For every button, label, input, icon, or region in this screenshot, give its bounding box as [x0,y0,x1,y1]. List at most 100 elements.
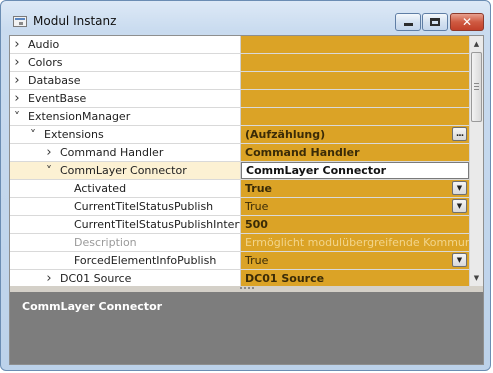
chevron-right-icon[interactable]: › [44,272,54,285]
property-value: 500 [245,218,268,231]
property-value: Command Handler [245,146,360,159]
property-row[interactable]: › Colors [10,54,469,72]
chevron-right-icon[interactable]: › [44,146,54,159]
minimize-button[interactable] [395,13,421,31]
property-value-editor[interactable]: CommLayer Connector [241,162,469,179]
chevron-right-icon[interactable]: › [12,92,22,105]
property-value-cell[interactable]: True ▼ [241,198,469,215]
property-name-cell[interactable]: CurrentTitelStatusPublish [10,198,241,215]
property-name-cell[interactable]: › Colors [10,54,241,71]
property-name-cell[interactable]: Description [10,234,241,251]
property-name-cell[interactable]: › Command Handler [10,144,241,161]
property-row[interactable]: ˅ Extensions (Aufzählung)... [10,126,469,144]
property-row[interactable]: Description Ermöglicht modulübergreifende… [10,234,469,252]
property-row[interactable]: › Database [10,72,469,90]
property-name-cell[interactable]: Activated [10,180,241,197]
property-name-cell[interactable]: › DC01 Source [10,270,241,286]
property-value-cell[interactable] [241,90,469,107]
property-name: Activated [74,182,127,195]
property-value-cell[interactable]: (Aufzählung)... [241,126,469,143]
scrollbar-thumb[interactable] [471,52,482,122]
property-name: EventBase [28,92,87,105]
scroll-down-icon[interactable]: ▼ [470,271,483,285]
chevron-down-icon[interactable]: ˅ [12,111,22,123]
property-value-cell[interactable]: True ▼ [241,252,469,269]
close-icon: ✕ [461,15,473,29]
property-value-cell[interactable] [241,36,469,53]
window-client-area: › Audio › Colors › Database › EventBase ˅ Extensi… [9,35,484,365]
property-name-cell[interactable]: ForcedElementInfoPublish [10,252,241,269]
dropdown-arrow-icon[interactable]: ▼ [452,199,467,213]
ellipsis-button[interactable]: ... [452,127,467,141]
dropdown-arrow-icon[interactable]: ▼ [452,181,467,195]
property-value: True [245,182,273,195]
property-name-cell[interactable]: › Audio [10,36,241,53]
property-value-cell[interactable] [241,72,469,89]
dropdown-arrow-icon[interactable]: ▼ [452,253,467,267]
app-icon [13,16,27,27]
title-bar[interactable]: Modul Instanz ✕ [1,1,490,35]
property-row[interactable]: CurrentTitelStatusPublish True ▼ [10,198,469,216]
thumb-grip [474,89,479,90]
property-name: Command Handler [60,146,164,159]
chevron-right-icon[interactable]: › [12,38,22,51]
property-row[interactable]: › EventBase [10,90,469,108]
property-grid: › Audio › Colors › Database › EventBase ˅ Extensi… [10,36,469,286]
property-value-cell[interactable]: DC01 Source [241,270,469,286]
property-value-cell[interactable] [241,54,469,71]
property-row[interactable]: CurrentTitelStatusPublishInterval 500 [10,216,469,234]
property-row[interactable]: › DC01 Source DC01 Source [10,270,469,286]
property-value: (Aufzählung) [245,128,326,141]
property-name-cell[interactable]: ˅ CommLayer Connector [10,162,241,179]
property-name: Database [28,74,81,87]
property-value-cell[interactable] [241,108,469,125]
thumb-grip [474,83,479,84]
splitter-grip [239,287,254,291]
description-title: CommLayer Connector [22,300,163,313]
property-value-cell[interactable]: True ▼ [241,180,469,197]
property-value: DC01 Source [245,272,325,285]
thumb-grip [474,86,479,87]
minimize-icon [403,23,413,26]
property-value: True [245,254,269,267]
scroll-up-icon[interactable]: ▲ [470,37,483,51]
property-name: Extensions [44,128,104,141]
property-name-cell[interactable]: CurrentTitelStatusPublishInterval [10,216,241,233]
property-name: Colors [28,56,63,69]
property-value-cell[interactable]: 500 [241,216,469,233]
window-title: Modul Instanz [33,14,117,28]
property-name: ForcedElementInfoPublish [74,254,217,267]
property-name-cell[interactable]: ˅ Extensions [10,126,241,143]
property-name: DC01 Source [60,272,132,285]
property-name: CurrentTitelStatusPublishInterval [74,218,241,231]
property-value: CommLayer Connector [246,164,387,177]
property-name: CurrentTitelStatusPublish [74,200,214,213]
chevron-down-icon[interactable]: ˅ [44,165,54,177]
property-name: Audio [28,38,60,51]
property-value-cell[interactable]: Command Handler [241,144,469,161]
property-name: Description [74,236,137,249]
property-row[interactable]: Activated True ▼ [10,180,469,198]
maximize-button[interactable] [422,13,448,31]
property-row[interactable]: ForcedElementInfoPublish True ▼ [10,252,469,270]
property-name: CommLayer Connector [60,164,187,177]
chevron-right-icon[interactable]: › [12,56,22,69]
property-row[interactable]: ˅ ExtensionManager [10,108,469,126]
property-row[interactable]: › Audio [10,36,469,54]
property-value: Ermöglicht modulübergreifende Kommunikat… [245,236,469,249]
property-row[interactable]: › Command Handler Command Handler [10,144,469,162]
vertical-scrollbar[interactable]: ▲ ▼ [469,36,483,286]
property-name: ExtensionManager [28,110,131,123]
property-name-cell[interactable]: › Database [10,72,241,89]
property-value: True [245,200,269,213]
module-instance-window: Modul Instanz ✕ › Audio › Colors › Database › E… [0,0,491,371]
property-name-cell[interactable]: ˅ ExtensionManager [10,108,241,125]
maximize-icon [430,18,440,26]
close-button[interactable]: ✕ [450,13,484,31]
chevron-down-icon[interactable]: ˅ [28,129,38,141]
property-row[interactable]: ˅ CommLayer Connector CommLayer Connector [10,162,469,180]
property-value-cell[interactable]: Ermöglicht modulübergreifende Kommunikat… [241,234,469,251]
chevron-right-icon[interactable]: › [12,74,22,87]
description-pane: CommLayer Connector [10,292,483,364]
property-name-cell[interactable]: › EventBase [10,90,241,107]
